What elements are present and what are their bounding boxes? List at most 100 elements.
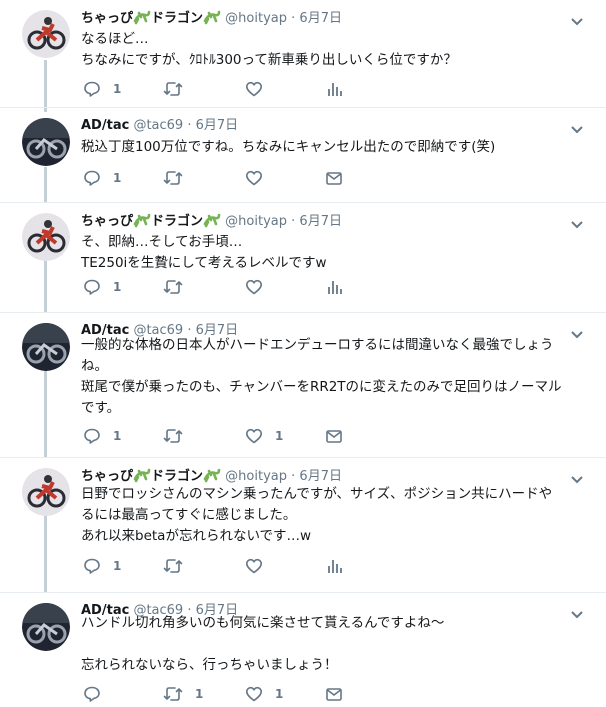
retweet-icon <box>163 278 183 296</box>
reply-button[interactable] <box>83 684 113 704</box>
retweet-icon <box>163 427 183 445</box>
tweet-line: です。 <box>81 400 121 416</box>
analytics-button[interactable] <box>325 277 343 297</box>
like-button[interactable] <box>245 556 275 576</box>
timestamp[interactable]: 6月7日 <box>299 469 342 484</box>
retweet-button[interactable]: 1 <box>163 684 203 704</box>
reply-button[interactable]: 1 <box>83 277 121 297</box>
reply-button[interactable]: 1 <box>83 79 121 99</box>
tweet[interactable]: ちゃっぴ ドラゴン @hoityap · 6月7日 そ、即納…そしてお手頃… TE… <box>0 203 606 313</box>
avatar[interactable] <box>22 603 70 651</box>
like-button[interactable] <box>245 79 275 99</box>
tweet-text: そ、即納…そしてお手頃… TE250iを生贄にして考えるレベルですw <box>81 232 588 274</box>
like-count: 1 <box>275 429 284 443</box>
display-name-suffix[interactable]: ドラゴン <box>151 214 203 229</box>
mail-icon <box>325 427 343 445</box>
action-bar: 1 <box>83 277 383 297</box>
heart-icon <box>245 278 263 296</box>
reply-count: 1 <box>113 171 122 185</box>
heart-icon <box>245 685 263 703</box>
tweet[interactable]: AD/tac @tac69 · 6月7日 ハンドル切れ角多いのも何気に楽させて貰… <box>0 593 606 707</box>
gecko-emoji-icon <box>203 9 221 30</box>
retweet-button[interactable] <box>163 79 195 99</box>
reply-count: 1 <box>113 82 122 96</box>
tweet-line: そ、即納…そしてお手頃… <box>81 234 243 250</box>
retweet-button[interactable] <box>163 556 195 576</box>
handle[interactable]: @tac69 <box>133 118 183 133</box>
timestamp[interactable]: 6月7日 <box>299 11 342 26</box>
analytics-button[interactable] <box>325 556 343 576</box>
tweet-line: ハンドル切れ角多いのも何気に楽させて貰えるんですよね〜 <box>81 615 445 631</box>
handle[interactable]: @hoityap <box>225 214 287 229</box>
gecko-emoji-icon <box>133 212 151 233</box>
retweet-icon <box>163 685 183 703</box>
display-name[interactable]: AD/tac <box>81 118 129 133</box>
reply-icon <box>83 427 101 445</box>
separator-dot: · <box>291 469 296 484</box>
chevron-down-icon[interactable] <box>570 12 584 26</box>
mail-icon <box>325 685 343 703</box>
tweet-line: 斑尾で僕が乗ったのも、チャンバーをRR2Tのに変えたのみで足回りはノーマル <box>81 379 562 395</box>
tweet-line: 税込丁度100万位ですね。ちなみにキャンセル出たので即納です(笑) <box>81 139 496 155</box>
like-button[interactable]: 1 <box>245 684 283 704</box>
display-name[interactable]: ちゃっぴ <box>81 214 133 229</box>
reply-button[interactable]: 1 <box>83 556 121 576</box>
avatar[interactable] <box>22 10 70 58</box>
reply-button[interactable]: 1 <box>83 168 121 188</box>
tweet-text: 日野でロッシさんのマシン乗ったんですが、サイズ、ポジション共にハードや るには最… <box>81 484 588 547</box>
display-name-suffix[interactable]: ドラゴン <box>151 469 203 484</box>
avatar[interactable] <box>22 468 70 516</box>
display-name[interactable]: ちゃっぴ <box>81 469 133 484</box>
tweet-text: なるほど… ちなみにですが、ｸﾛﾄﾙ300って新車乗り出しいくら位ですか？ <box>81 29 588 71</box>
tweet-line: るには最高ってすぐに感じました。 <box>81 507 297 523</box>
tweet-line: ちなみにですが、ｸﾛﾄﾙ300って新車乗り出しいくら位ですか？ <box>81 52 457 68</box>
separator-dot: · <box>291 214 296 229</box>
tweet[interactable]: ちゃっぴ ドラゴン @hoityap · 6月7日 なるほど… ちなみにですが、ｸ… <box>0 0 606 108</box>
analytics-button[interactable] <box>325 79 343 99</box>
action-bar: 1 1 <box>83 426 383 446</box>
tweet-text: 税込丁度100万位ですね。ちなみにキャンセル出たので即納です(笑) <box>81 137 588 158</box>
handle[interactable]: @hoityap <box>225 11 287 26</box>
timestamp[interactable]: 6月7日 <box>196 118 239 133</box>
handle[interactable]: @hoityap <box>225 469 287 484</box>
separator-dot: · <box>187 118 192 133</box>
avatar[interactable] <box>22 118 70 166</box>
retweet-icon <box>163 80 183 98</box>
like-button[interactable]: 1 <box>245 426 283 446</box>
avatar[interactable] <box>22 323 70 371</box>
message-button[interactable] <box>325 168 343 188</box>
heart-icon <box>245 169 263 187</box>
like-button[interactable] <box>245 277 275 297</box>
tweet-line: TE250iを生贄にして考えるレベルですw <box>81 255 327 271</box>
analytics-icon <box>325 557 343 575</box>
tweet[interactable]: AD/tac @tac69 · 6月7日 一般的な体格の日本人がハードエンデュー… <box>0 313 606 458</box>
chevron-down-icon[interactable] <box>570 215 584 229</box>
tweet[interactable]: ちゃっぴ ドラゴン @hoityap · 6月7日 日野でロッシさんのマシン乗った… <box>0 458 606 593</box>
avatar[interactable] <box>22 213 70 261</box>
tweet-line: ね。 <box>81 358 108 374</box>
heart-icon <box>245 557 263 575</box>
reply-icon <box>83 80 101 98</box>
heart-icon <box>245 427 263 445</box>
tweet[interactable]: AD/tac @tac69 · 6月7日 税込丁度100万位ですね。ちなみにキャ… <box>0 108 606 203</box>
tweet-text: ハンドル切れ角多いのも何気に楽させて貰えるんですよね〜 忘れられないなら、行っち… <box>81 613 588 676</box>
chevron-down-icon[interactable] <box>570 470 584 484</box>
gecko-emoji-icon <box>203 212 221 233</box>
mail-icon <box>325 169 343 187</box>
reply-button[interactable]: 1 <box>83 426 121 446</box>
retweet-button[interactable] <box>163 168 195 188</box>
like-button[interactable] <box>245 168 275 188</box>
chevron-down-icon[interactable] <box>570 120 584 134</box>
display-name[interactable]: ちゃっぴ <box>81 11 133 26</box>
display-name-suffix[interactable]: ドラゴン <box>151 11 203 26</box>
tweet-line: 忘れられないなら、行っちゃいましょう！ <box>81 657 338 673</box>
analytics-icon <box>325 80 343 98</box>
retweet-button[interactable] <box>163 426 195 446</box>
timestamp[interactable]: 6月7日 <box>299 214 342 229</box>
reply-count: 1 <box>113 559 122 573</box>
message-button[interactable] <box>325 426 343 446</box>
message-button[interactable] <box>325 684 343 704</box>
chevron-down-icon[interactable] <box>570 325 584 339</box>
retweet-button[interactable] <box>163 277 195 297</box>
action-bar: 1 <box>83 168 383 188</box>
